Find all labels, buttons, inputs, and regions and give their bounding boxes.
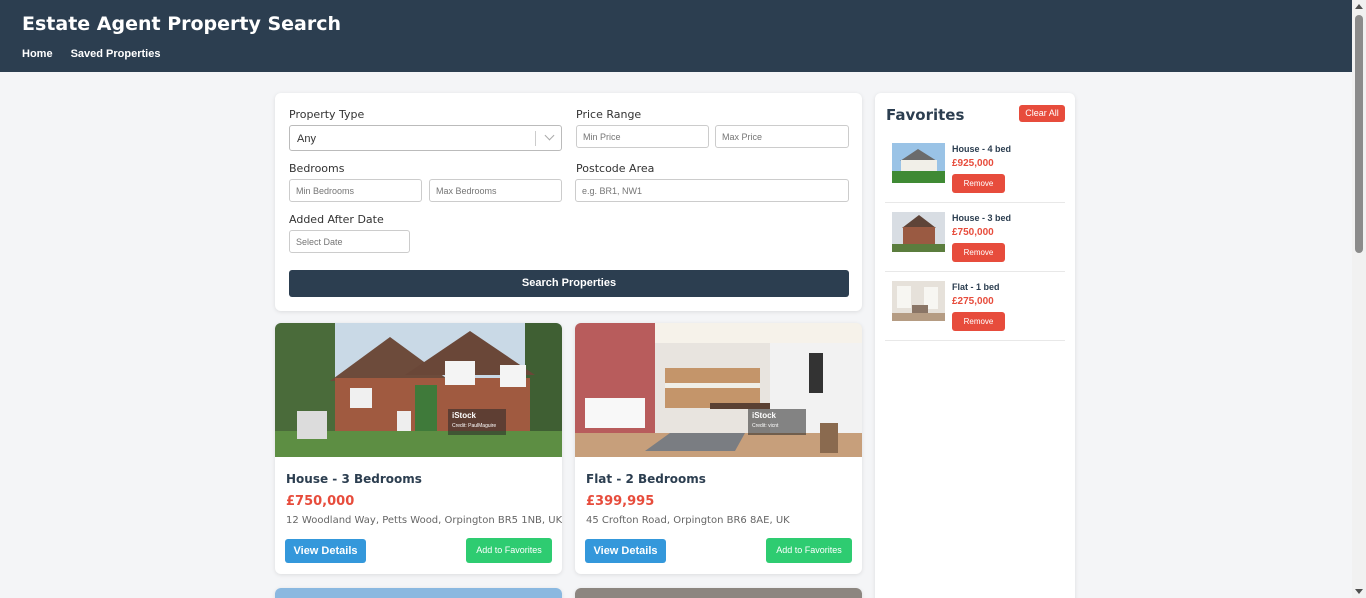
date-label: Added After Date	[289, 213, 384, 226]
add-to-favorites-button[interactable]: Add to Favorites	[466, 538, 552, 563]
select-separator	[535, 131, 536, 146]
watermark-credit: Credit: PaulMaguire	[452, 423, 497, 429]
app-header: Estate Agent Property Search Home Saved …	[0, 0, 1352, 72]
scroll-down-arrow-icon[interactable]	[1355, 589, 1363, 594]
postcode-label: Postcode Area	[576, 162, 655, 175]
property-address: 45 Crofton Road, Orpington BR6 8AE, UK	[586, 515, 790, 526]
scrollbar-thumb[interactable]	[1355, 15, 1363, 253]
property-card: iStock Credit: PaulMaguire House - 3 Bed…	[275, 323, 562, 574]
watermark-brand: iStock	[452, 411, 477, 420]
house-thumb	[892, 212, 945, 252]
property-card-partial	[275, 588, 562, 598]
vertical-scrollbar[interactable]	[1352, 0, 1366, 598]
flat-thumb	[892, 281, 945, 321]
favorite-name: Flat - 1 bed	[952, 282, 1000, 292]
property-image[interactable]	[575, 588, 862, 598]
favorite-item: House - 4 bed £925,000 Remove	[885, 134, 1065, 203]
property-address: 12 Woodland Way, Petts Wood, Orpington B…	[286, 515, 562, 526]
property-title: House - 3 Bedrooms	[286, 472, 422, 486]
favorite-name: House - 4 bed	[952, 144, 1012, 154]
main-nav: Home Saved Properties	[22, 48, 160, 60]
price-range-label: Price Range	[576, 108, 642, 121]
property-image-house[interactable]: iStock Credit: PaulMaguire	[275, 323, 562, 457]
flat-photo	[575, 323, 862, 457]
property-type-label: Property Type	[289, 108, 365, 121]
favorite-name: House - 3 bed	[952, 213, 1012, 223]
house-photo	[275, 323, 562, 457]
favorites-title: Favorites	[886, 106, 965, 124]
house-thumb	[892, 143, 945, 183]
property-title: Flat - 2 Bedrooms	[586, 472, 706, 486]
favorite-price: £275,000	[952, 296, 994, 307]
view-details-button[interactable]: View Details	[585, 539, 666, 563]
clear-all-button[interactable]: Clear All	[1019, 105, 1065, 122]
favorite-price: £750,000	[952, 227, 994, 238]
date-input[interactable]	[289, 230, 410, 253]
favorite-thumbnail[interactable]	[892, 143, 945, 183]
favorite-item: House - 3 bed £750,000 Remove	[885, 203, 1065, 272]
add-to-favorites-button[interactable]: Add to Favorites	[766, 538, 852, 563]
watermark: iStock Credit: PaulMaguire	[448, 409, 506, 435]
remove-favorite-button[interactable]: Remove	[952, 312, 1005, 331]
watermark-credit: Credit: vicnt	[752, 423, 779, 429]
favorite-item: Flat - 1 bed £275,000 Remove	[885, 272, 1065, 341]
max-price-input[interactable]	[715, 125, 849, 148]
remove-favorite-button[interactable]: Remove	[952, 174, 1005, 193]
property-card-partial	[575, 588, 862, 598]
bedrooms-label: Bedrooms	[289, 162, 345, 175]
property-type-value: Any	[297, 133, 316, 145]
favorite-price: £925,000	[952, 158, 994, 169]
property-card: iStock Credit: vicnt Flat - 2 Bedrooms £…	[575, 323, 862, 574]
watermark: iStock Credit: vicnt	[748, 409, 806, 435]
watermark-brand: iStock	[752, 411, 777, 420]
nav-saved-properties-link[interactable]: Saved Properties	[71, 48, 161, 60]
favorites-panel: Favorites Clear All House - 4 bed £925,0…	[875, 93, 1075, 598]
nav-home-link[interactable]: Home	[22, 48, 53, 60]
remove-favorite-button[interactable]: Remove	[952, 243, 1005, 262]
app-title: Estate Agent Property Search	[22, 13, 342, 35]
property-type-select[interactable]: Any	[289, 125, 562, 151]
property-image[interactable]	[275, 588, 562, 598]
postcode-input[interactable]	[575, 179, 849, 202]
favorite-thumbnail[interactable]	[892, 212, 945, 252]
view-details-button[interactable]: View Details	[285, 539, 366, 563]
property-price: £750,000	[286, 494, 355, 509]
min-bedrooms-input[interactable]	[289, 179, 422, 202]
property-price: £399,995	[586, 494, 655, 509]
property-image-flat[interactable]: iStock Credit: vicnt	[575, 323, 862, 457]
search-panel: Property Type Any Price Range Bedrooms P…	[275, 93, 862, 311]
scroll-up-arrow-icon[interactable]	[1355, 4, 1363, 9]
min-price-input[interactable]	[576, 125, 709, 148]
chevron-down-icon	[544, 130, 555, 141]
favorite-thumbnail[interactable]	[892, 281, 945, 321]
max-bedrooms-input[interactable]	[429, 179, 562, 202]
search-properties-button[interactable]: Search Properties	[289, 270, 849, 297]
